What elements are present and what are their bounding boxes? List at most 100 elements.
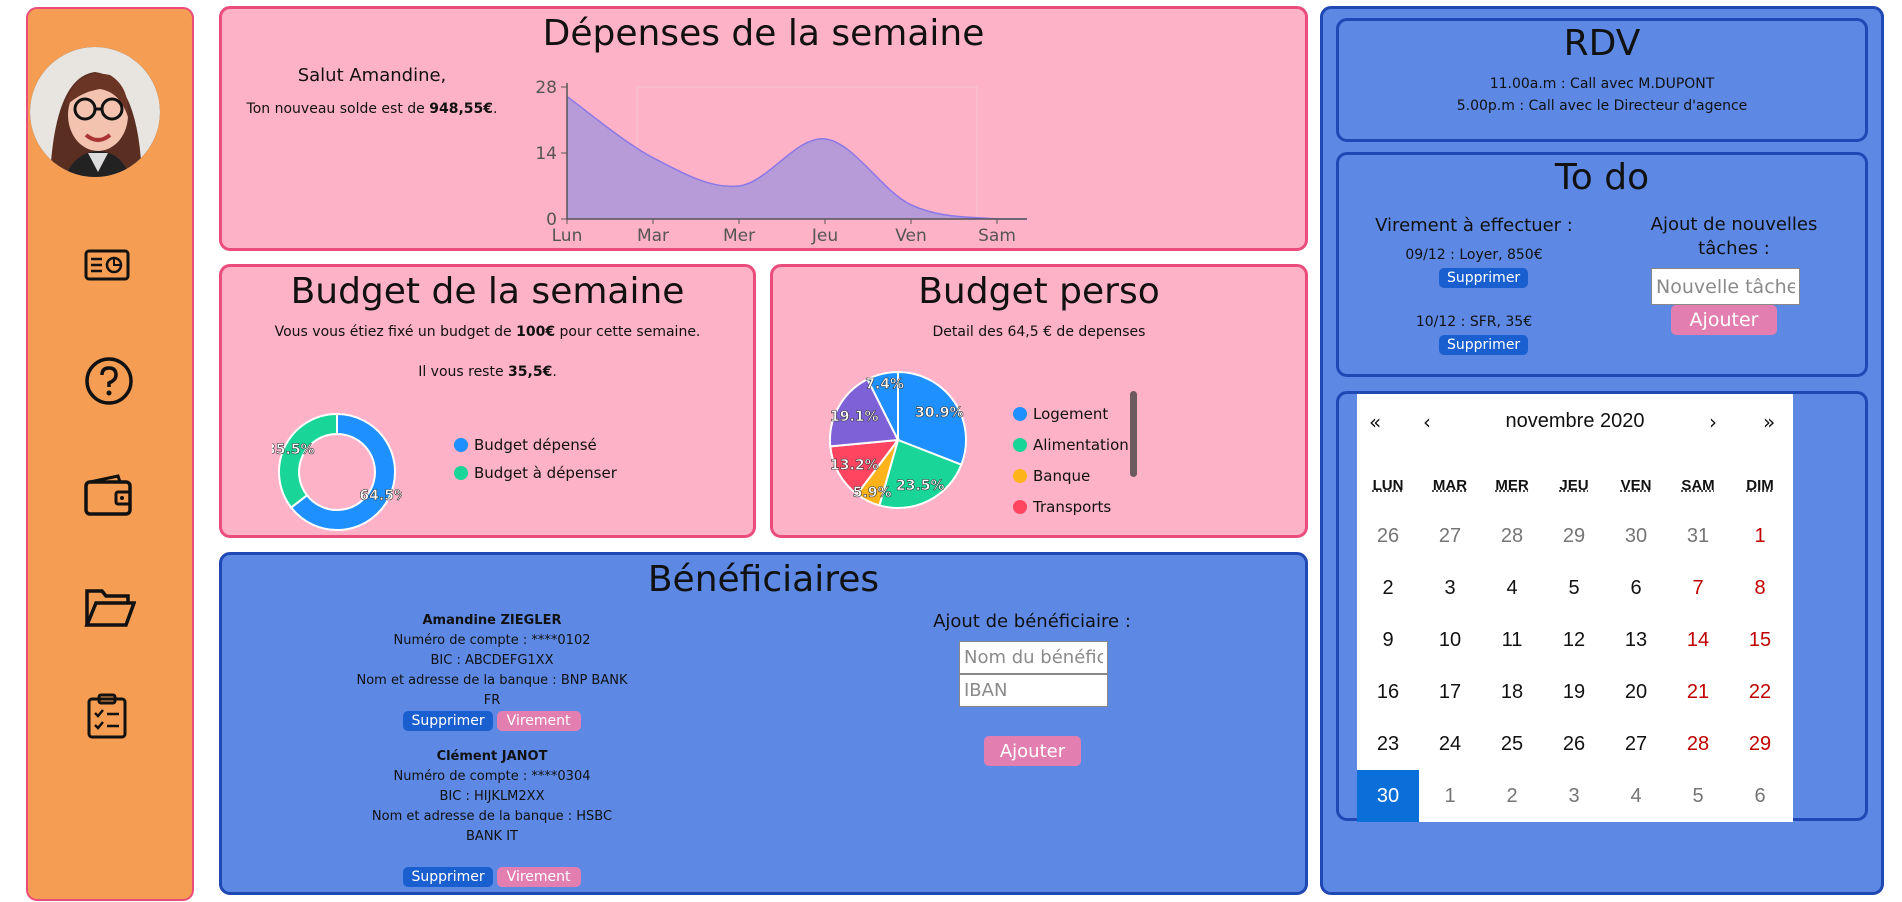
add-task-button[interactable]: Ajouter <box>1671 305 1777 335</box>
legend-label: Alimentation <box>1033 436 1129 454</box>
x-tick-label: Lun <box>552 226 583 246</box>
transfer-button[interactable]: Virement <box>496 867 581 887</box>
calendar-day[interactable]: 22 <box>1729 666 1791 718</box>
budget-donut-chart: 64.5% 35.5% <box>272 412 402 531</box>
calendar-day[interactable]: 5 <box>1667 770 1729 822</box>
new-task-input[interactable] <box>1651 268 1800 305</box>
add-beneficiary-button[interactable]: Ajouter <box>984 736 1081 766</box>
calendar-day[interactable]: 28 <box>1481 510 1543 562</box>
calendar: « ‹ novembre 2020 › » LUN MAR MER JEU VEN SAM… <box>1357 394 1793 822</box>
slice-label: 7.4% <box>865 377 904 393</box>
calendar-day[interactable]: 14 <box>1667 614 1729 666</box>
delete-transfer-button[interactable]: Supprimer <box>1439 268 1529 288</box>
calendar-day[interactable]: 7 <box>1667 562 1729 614</box>
beneficiary-name-input[interactable] <box>959 641 1108 674</box>
avatar[interactable] <box>30 47 160 177</box>
calendar-next-month[interactable]: › <box>1709 410 1717 434</box>
calendar-day[interactable]: 21 <box>1667 666 1729 718</box>
calendar-day[interactable]: 30 <box>1605 510 1667 562</box>
calendar-day[interactable]: 6 <box>1729 770 1791 822</box>
wallet-icon[interactable] <box>84 474 134 522</box>
help-icon[interactable] <box>84 356 134 410</box>
calendar-day-selected[interactable]: 30 <box>1357 770 1419 822</box>
calendar-day[interactable]: 26 <box>1543 718 1605 770</box>
beneficiary-bank: Nom et adresse de la banque : BNP BANK F… <box>356 673 628 708</box>
folder-icon[interactable] <box>84 585 137 633</box>
weekday-label: MER <box>1495 477 1529 494</box>
calendar-day[interactable]: 3 <box>1419 562 1481 614</box>
donut-slice[interactable] <box>278 412 338 509</box>
calendar-day[interactable]: 15 <box>1729 614 1791 666</box>
legend-item[interactable]: Banque <box>1013 461 1129 492</box>
weekly-budget-panel: Budget de la semaine Vous vous étiez fix… <box>219 264 756 538</box>
calendar-day[interactable]: 26 <box>1357 510 1419 562</box>
balance-text: Ton nouveau solde est de 948,55€. <box>246 101 498 117</box>
beneficiary-bic: BIC : HIJKLM2XX <box>439 789 545 804</box>
calendar-day[interactable]: 5 <box>1543 562 1605 614</box>
calendar-day[interactable]: 27 <box>1605 718 1667 770</box>
weekday-label: JEU <box>1559 477 1589 494</box>
legend-item[interactable]: Logement <box>1013 399 1129 430</box>
personal-budget-title: Budget perso <box>918 271 1160 312</box>
calendar-day[interactable]: 31 <box>1667 510 1729 562</box>
iban-input[interactable] <box>959 674 1108 707</box>
legend-item[interactable]: Transports <box>1013 492 1129 523</box>
weekly-expenses-title: Dépenses de la semaine <box>542 13 985 54</box>
legend-dot <box>454 466 468 480</box>
weekday-label: SAM <box>1681 477 1715 494</box>
todo-panel: To do Virement à effectuer : 09/12 : Loy… <box>1336 152 1868 377</box>
dashboard-icon[interactable] <box>84 247 130 287</box>
x-tick-label: Sam <box>978 226 1016 246</box>
pie-legend: Logement Alimentation Banque Transports <box>1013 399 1129 523</box>
calendar-month-label[interactable]: novembre 2020 <box>1357 410 1793 433</box>
calendar-day[interactable]: 18 <box>1481 666 1543 718</box>
calendar-day[interactable]: 2 <box>1481 770 1543 822</box>
weekday-label: MAR <box>1432 477 1468 494</box>
calendar-day[interactable]: 24 <box>1419 718 1481 770</box>
sidebar <box>26 7 194 901</box>
calendar-day[interactable]: 6 <box>1605 562 1667 614</box>
calendar-day[interactable]: 4 <box>1481 562 1543 614</box>
calendar-day[interactable]: 9 <box>1357 614 1419 666</box>
weekday-label: DIM <box>1746 477 1774 494</box>
calendar-next-year[interactable]: » <box>1763 410 1775 434</box>
legend-item-remaining[interactable]: Budget à dépenser <box>454 464 617 482</box>
calendar-day[interactable]: 17 <box>1419 666 1481 718</box>
calendar-day[interactable]: 16 <box>1357 666 1419 718</box>
delete-beneficiary-button[interactable]: Supprimer <box>403 867 493 887</box>
calendar-day[interactable]: 29 <box>1543 510 1605 562</box>
calendar-day[interactable]: 4 <box>1605 770 1667 822</box>
balance-value: 948,55€ <box>429 101 493 117</box>
calendar-day[interactable]: 23 <box>1357 718 1419 770</box>
calendar-day[interactable]: 25 <box>1481 718 1543 770</box>
weekday-label: VEN <box>1620 477 1652 494</box>
delete-beneficiary-button[interactable]: Supprimer <box>403 711 493 731</box>
calendar-day[interactable]: 2 <box>1357 562 1419 614</box>
calendar-day[interactable]: 3 <box>1543 770 1605 822</box>
calendar-day[interactable]: 20 <box>1605 666 1667 718</box>
transfer-button[interactable]: Virement <box>496 711 581 731</box>
calendar-day[interactable]: 13 <box>1605 614 1667 666</box>
legend-item[interactable]: Alimentation <box>1013 430 1129 461</box>
calendar-day[interactable]: 1 <box>1419 770 1481 822</box>
calendar-day[interactable]: 10 <box>1419 614 1481 666</box>
new-tasks-title: Ajout de nouvelles tâches : <box>1650 214 1818 259</box>
calendar-day[interactable]: 19 <box>1543 666 1605 718</box>
clipboard-icon[interactable] <box>86 693 130 743</box>
beneficiary-bank: Nom et adresse de la banque : HSBC BANK … <box>371 809 613 844</box>
calendar-day[interactable]: 29 <box>1729 718 1791 770</box>
legend-scrollbar[interactable] <box>1130 391 1137 477</box>
rdv-item: 11.00a.m : Call avec M.DUPONT <box>1489 76 1715 92</box>
calendar-day[interactable]: 11 <box>1481 614 1543 666</box>
transfer-item: 10/12 : SFR, 35€ <box>1415 314 1533 330</box>
calendar-day[interactable]: 27 <box>1419 510 1481 562</box>
beneficiary-account: Numéro de compte : ****0304 <box>393 769 591 784</box>
legend-item-spent[interactable]: Budget dépensé <box>454 436 617 454</box>
avatar-image <box>30 47 160 177</box>
calendar-day[interactable]: 8 <box>1729 562 1791 614</box>
delete-transfer-button[interactable]: Supprimer <box>1439 335 1529 355</box>
calendar-day[interactable]: 28 <box>1667 718 1729 770</box>
calendar-day[interactable]: 1 <box>1729 510 1791 562</box>
legend-label: Transports <box>1033 498 1112 516</box>
calendar-day[interactable]: 12 <box>1543 614 1605 666</box>
